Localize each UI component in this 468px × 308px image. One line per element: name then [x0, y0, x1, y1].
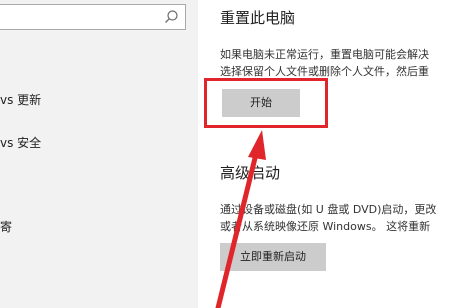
advanced-startup-description-line2: 或者从系统映像还原 Windows。 这将重新 — [220, 220, 431, 233]
annotation-highlight-box — [204, 78, 328, 128]
sidebar-item-3[interactable]: 寄 — [0, 215, 12, 239]
advanced-startup-description: 通过设备或磁盘(如 U 盘或 DVD)启动，更改 或者从系统映像还原 Windo… — [220, 201, 436, 235]
settings-window: vs 更新 vs 安全 寄 重置此电脑 如果电脑未正常运行，重置电脑可能会解决 … — [0, 0, 468, 308]
sidebar-item-windows-update[interactable]: vs 更新 — [0, 88, 41, 112]
reset-pc-description: 如果电脑未正常运行，重置电脑可能会解决 选择保留个人文件或删除个人文件，然后重 — [220, 46, 429, 80]
advanced-startup-title: 高级启动 — [220, 164, 281, 182]
restart-now-button[interactable]: 立即重新启动 — [220, 243, 326, 271]
advanced-startup-description-line1: 通过设备或磁盘(如 U 盘或 DVD)启动，更改 — [220, 203, 437, 216]
reset-pc-description-line1: 如果电脑未正常运行，重置电脑可能会解决 — [220, 48, 429, 61]
search-input[interactable] — [0, 4, 186, 30]
settings-sidebar: vs 更新 vs 安全 寄 — [0, 0, 198, 308]
main-content: 重置此电脑 如果电脑未正常运行，重置电脑可能会解决 选择保留个人文件或删除个人文… — [198, 0, 468, 308]
sidebar-item-windows-security[interactable]: vs 安全 — [0, 131, 41, 155]
reset-pc-title: 重置此电脑 — [220, 9, 296, 27]
search-icon[interactable] — [163, 9, 179, 25]
